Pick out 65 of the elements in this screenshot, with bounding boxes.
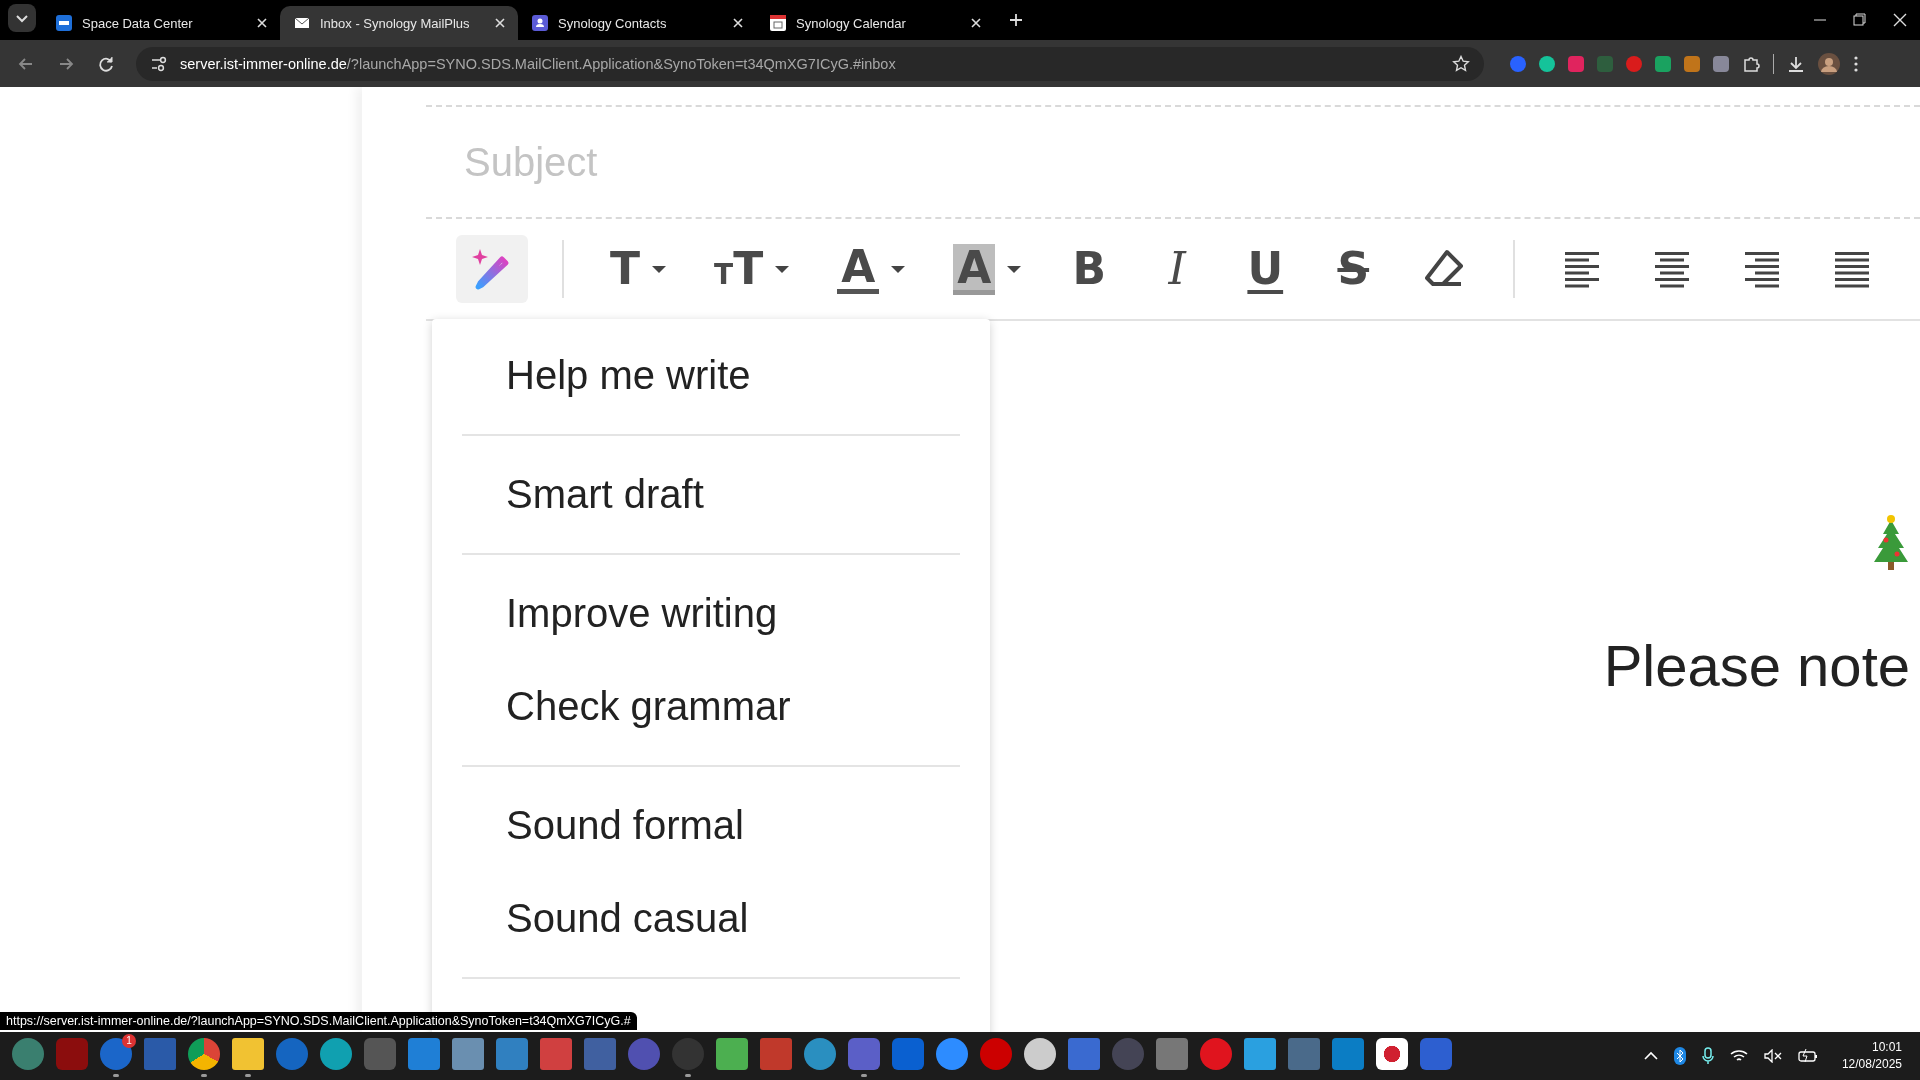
underline-button[interactable]: U: [1233, 235, 1298, 303]
notification-badge: 1: [122, 1034, 136, 1048]
text-format-glyph: T: [610, 247, 640, 291]
menu-item[interactable]: Sound formal: [432, 779, 990, 872]
christmas-tree-icon: [1872, 514, 1910, 572]
clock-date: 12/08/2025: [1841, 1056, 1902, 1073]
menu-icon[interactable]: [1853, 54, 1859, 73]
menu-item[interactable]: Improve writing: [432, 567, 990, 660]
mail-icon: [294, 15, 310, 31]
underline-format-glyph: U: [1247, 247, 1284, 291]
close-icon[interactable]: [256, 17, 268, 29]
bgcolor-format-glyph: A: [953, 243, 996, 295]
contacts-icon: [532, 15, 548, 31]
body-text: Please note: [1603, 632, 1910, 699]
app-icon: [56, 15, 72, 31]
site-settings-icon[interactable]: [150, 54, 168, 73]
mute-icon[interactable]: [1763, 1049, 1782, 1063]
close-icon[interactable]: [494, 17, 506, 29]
browser-tab[interactable]: Synology Contacts: [518, 6, 756, 40]
extension-icon[interactable]: [1626, 55, 1642, 72]
battery-icon[interactable]: [1797, 1049, 1818, 1063]
bold-button[interactable]: B: [1057, 235, 1122, 303]
text-button[interactable]: T: [598, 235, 678, 303]
size-format-glyph: TT: [714, 247, 764, 291]
url-text: server.ist-immer-online.de/?launchApp=SYNO.SDS.MailClient.Application&SynoToken=t34QmXG7ICyG.#inbox: [180, 55, 896, 72]
subject-field[interactable]: Subject: [426, 139, 1064, 185]
menu-item[interactable]: Sound casual: [432, 872, 990, 965]
bgcolor-button[interactable]: A: [941, 235, 1034, 303]
italic-format-glyph: I: [1168, 247, 1186, 291]
extensions-icon[interactable]: [1742, 54, 1760, 73]
menu-item[interactable]: Smart draft: [432, 448, 990, 541]
wifi-icon[interactable]: [1729, 1049, 1748, 1063]
ai-button[interactable]: [456, 235, 528, 303]
menu-item[interactable]: Help me write: [432, 329, 990, 422]
extension-icon[interactable]: [1655, 55, 1671, 72]
extension-icon[interactable]: [1684, 55, 1700, 72]
tab-search-icon[interactable]: [8, 4, 36, 32]
close-icon[interactable]: [732, 17, 744, 29]
calendar-icon: [770, 15, 786, 31]
close-icon[interactable]: [970, 17, 982, 29]
browser-tab[interactable]: Synology Calendar: [756, 6, 994, 40]
size-button[interactable]: TT: [702, 235, 802, 303]
color-format-glyph: A: [837, 244, 880, 294]
status-url: https://server.ist-immer-online.de/?launchApp=SYNO.SDS.MailClient.Application&SynoToken=t34QmXG7ICyG.#: [0, 1012, 637, 1030]
clock-time: 10:01: [1871, 1039, 1902, 1056]
bookmark-star-icon[interactable]: [1452, 54, 1470, 73]
color-button[interactable]: A: [825, 235, 918, 303]
download-icon[interactable]: [1787, 54, 1805, 73]
address-bar[interactable]: server.ist-immer-online.de/?launchApp=SYNO.SDS.MailClient.Application&SynoToken=t34QmXG7ICyG.#inbox: [136, 46, 1484, 81]
browser-tab[interactable]: Space Data Center: [42, 6, 280, 40]
extension-icon[interactable]: [1539, 55, 1555, 72]
extension-icon[interactable]: [1510, 55, 1526, 72]
microphone-icon[interactable]: [1701, 1047, 1714, 1065]
new-tab-icon[interactable]: [1008, 12, 1024, 28]
extension-icon[interactable]: [1713, 55, 1729, 72]
browser-tab[interactable]: Inbox - Synology MailPlus: [280, 6, 518, 40]
bluetooth-icon[interactable]: [1673, 1047, 1686, 1065]
strike-format-glyph: S: [1337, 247, 1370, 291]
extension-icon[interactable]: [1568, 55, 1584, 72]
chevron-up-icon[interactable]: [1643, 1051, 1658, 1061]
italic-button[interactable]: I: [1145, 235, 1210, 303]
avatar-icon[interactable]: [1818, 52, 1840, 75]
bold-format-glyph: B: [1072, 247, 1107, 291]
strike-button[interactable]: S: [1321, 235, 1386, 303]
menu-item[interactable]: Check grammar: [432, 660, 990, 753]
